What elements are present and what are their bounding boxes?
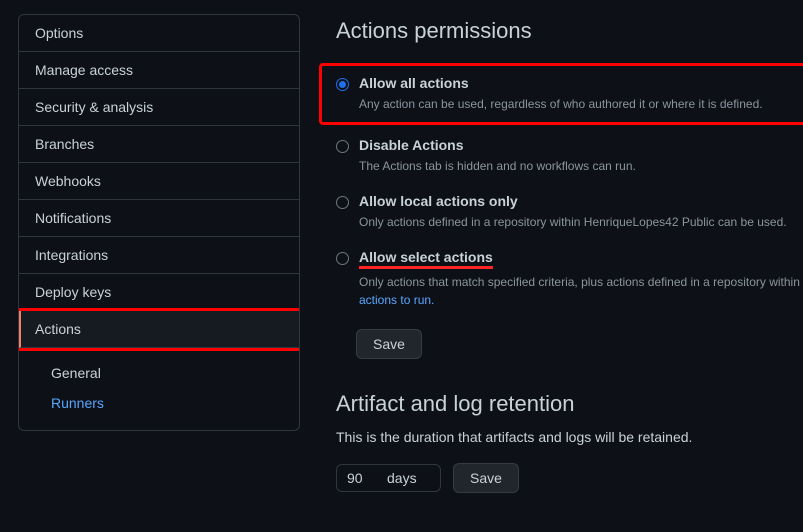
option-title: Allow select actions bbox=[359, 249, 493, 269]
option-local-only[interactable]: Allow local actions only Only actions de… bbox=[336, 187, 803, 243]
learn-more-link[interactable]: actions to run. bbox=[359, 293, 434, 307]
option-desc: Any action can be used, regardless of wh… bbox=[359, 95, 803, 113]
sidebar-item-options[interactable]: Options bbox=[19, 15, 299, 52]
sidebar-actions-sub: General Runners bbox=[19, 348, 299, 430]
sidebar-item-manage-access[interactable]: Manage access bbox=[19, 52, 299, 89]
option-title: Allow all actions bbox=[359, 75, 803, 91]
sidebar-item-deploy-keys[interactable]: Deploy keys bbox=[19, 274, 299, 311]
radio-local-only[interactable] bbox=[336, 196, 349, 209]
option-select-actions[interactable]: Allow select actions Only actions that m… bbox=[336, 243, 803, 321]
permissions-heading: Actions permissions bbox=[336, 18, 803, 44]
retention-days-input[interactable] bbox=[347, 470, 387, 486]
retention-input-group: days bbox=[336, 464, 441, 492]
save-permissions-button[interactable]: Save bbox=[356, 329, 422, 359]
retention-suffix: days bbox=[387, 470, 417, 486]
sidebar-item-notifications[interactable]: Notifications bbox=[19, 200, 299, 237]
option-title: Disable Actions bbox=[359, 137, 803, 153]
option-allow-all[interactable]: Allow all actions Any action can be used… bbox=[336, 75, 803, 113]
option-desc: Only actions defined in a repository wit… bbox=[359, 213, 803, 231]
option-disable[interactable]: Disable Actions The Actions tab is hidde… bbox=[336, 131, 803, 187]
radio-disable[interactable] bbox=[336, 140, 349, 153]
radio-select-actions[interactable] bbox=[336, 252, 349, 265]
radio-allow-all[interactable] bbox=[336, 78, 349, 91]
save-retention-button[interactable]: Save bbox=[453, 463, 519, 493]
sidebar-item-webhooks[interactable]: Webhooks bbox=[19, 163, 299, 200]
sidebar-item-security-analysis[interactable]: Security & analysis bbox=[19, 89, 299, 126]
option-desc: Only actions that match specified criter… bbox=[359, 273, 803, 309]
retention-heading: Artifact and log retention bbox=[336, 391, 803, 417]
sidebar-item-integrations[interactable]: Integrations bbox=[19, 237, 299, 274]
sidebar-subitem-runners[interactable]: Runners bbox=[35, 388, 283, 418]
retention-desc: This is the duration that artifacts and … bbox=[336, 429, 803, 445]
sidebar-subitem-general[interactable]: General bbox=[35, 358, 283, 388]
permissions-options: Allow all actions Any action can be used… bbox=[336, 63, 803, 321]
sidebar-item-branches[interactable]: Branches bbox=[19, 126, 299, 163]
option-title: Allow local actions only bbox=[359, 193, 803, 209]
settings-sidebar: Options Manage access Security & analysi… bbox=[18, 14, 300, 431]
sidebar-item-actions[interactable]: Actions bbox=[19, 311, 299, 348]
option-desc: The Actions tab is hidden and no workflo… bbox=[359, 157, 803, 175]
